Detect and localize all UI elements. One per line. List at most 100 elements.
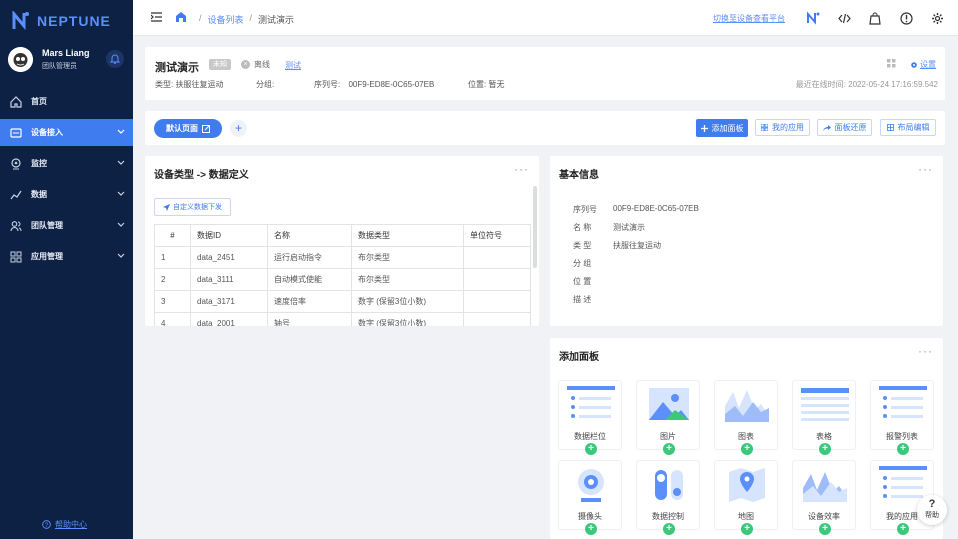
top-bar: / 设备列表 / 测试演示 切换至设备查看平台: [133, 0, 958, 36]
neptune-icon[interactable]: [805, 10, 821, 26]
grid-view-button[interactable]: [887, 59, 896, 70]
add-widget-button[interactable]: +: [897, 523, 909, 535]
layout-edit-label: 布局编辑: [897, 123, 930, 132]
info-row: 位 置: [573, 276, 613, 287]
more-options-icon[interactable]: ···: [514, 162, 529, 176]
widget-data-field[interactable]: 数据栏位 +: [558, 380, 622, 455]
table-row: 2 data_3111 自动模式使能 布尔类型: [154, 268, 531, 291]
more-options-icon[interactable]: ···: [918, 344, 933, 358]
online-status-label: 离线: [254, 60, 270, 69]
my-apps-button[interactable]: 我的应用: [755, 119, 810, 136]
info-label: 序列号: [573, 205, 597, 214]
table-cell: 4: [154, 312, 191, 326]
widget-chart[interactable]: 图表 +: [714, 380, 778, 455]
menu-toggle-button[interactable]: [150, 12, 162, 24]
location-label: 位置:: [468, 80, 487, 89]
sidebar-nav: 首页 设备接入 监控 数据 团队管理 应用管理: [0, 88, 133, 274]
widget-data-control[interactable]: 数据控制 +: [636, 460, 700, 535]
floating-help-label: 帮助: [925, 512, 939, 519]
add-widget-button[interactable]: +: [585, 523, 597, 535]
last-online-time: 最近在线时间: 2022-05-24 17:16:59.542: [795, 80, 938, 89]
user-panel: Mars Liang 团队管理员: [8, 45, 126, 75]
neptune-logo-icon: [12, 11, 29, 31]
widget-image[interactable]: 图片 +: [636, 380, 700, 455]
device-group: 分组:: [256, 79, 274, 90]
default-page-button[interactable]: 默认页面: [154, 119, 222, 138]
device-type: 类型: 扶服往复运动: [155, 79, 223, 90]
table-cell: [463, 290, 531, 313]
table-cell: 自动模式使能: [267, 268, 352, 291]
add-panel-card: 添加面板 ··· 数据栏位 + 图片 + 图表 + 表格 + 报警列表 + 摄像…: [550, 338, 943, 539]
table-row: 4 data_2001 轴号 数字 (保留3位小数): [154, 312, 531, 326]
add-widget-button[interactable]: +: [741, 523, 753, 535]
info-value: 00F9-ED8E-0C65-07EB: [613, 204, 699, 213]
widget-camera[interactable]: 摄像头 +: [558, 460, 622, 535]
test-link[interactable]: 测试: [285, 60, 301, 71]
sidebar-item-team[interactable]: 团队管理: [0, 212, 133, 239]
notification-button[interactable]: [106, 50, 124, 68]
add-widget-button[interactable]: +: [663, 523, 675, 535]
home-button[interactable]: [175, 11, 187, 25]
logo[interactable]: NEPTUNE: [12, 10, 111, 32]
alarm-list-icon: [879, 386, 927, 418]
restore-label: 面板还原: [834, 123, 867, 132]
sidebar: NEPTUNE Mars Liang 团队管理员 首页 设备接入 监控 数据 团…: [0, 0, 133, 539]
apps-icon: [10, 251, 22, 263]
gear-icon: [911, 61, 917, 68]
add-widget-button[interactable]: +: [819, 523, 831, 535]
column-header: #: [154, 224, 191, 247]
camera-icon: [578, 469, 604, 502]
column-header: 数据ID: [190, 224, 268, 247]
info-row: 分 组: [573, 258, 613, 269]
help-center-link[interactable]: ? 帮助中心: [42, 519, 87, 530]
gear-icon[interactable]: [929, 10, 945, 26]
status-tag: 未知: [209, 59, 231, 70]
layout-edit-button[interactable]: 布局编辑: [880, 119, 936, 136]
add-widget-button[interactable]: +: [819, 443, 831, 455]
brand-name: NEPTUNE: [37, 13, 111, 29]
widget-alarm-list[interactable]: 报警列表 +: [870, 380, 934, 455]
column-header: 名称: [267, 224, 352, 247]
add-widget-button[interactable]: +: [741, 443, 753, 455]
add-widget-button[interactable]: +: [585, 443, 597, 455]
data-field-icon: [567, 386, 615, 418]
sidebar-item-data[interactable]: 数据: [0, 181, 133, 208]
map-icon: [729, 468, 765, 502]
info-label: 位 置: [573, 277, 592, 286]
home-logo-icon: [176, 12, 186, 22]
switch-platform-link[interactable]: 切换至设备查看平台: [713, 13, 785, 24]
add-widget-button[interactable]: +: [663, 443, 675, 455]
table-cell: data_2001: [190, 312, 268, 326]
alert-icon[interactable]: [898, 10, 914, 26]
custom-data-send-button[interactable]: 自定义数据下发: [154, 198, 231, 216]
info-value: 扶服往复运动: [613, 241, 661, 250]
sidebar-item-device-access[interactable]: 设备接入: [0, 119, 133, 146]
add-page-button[interactable]: +: [230, 120, 247, 137]
image-icon: [649, 388, 689, 420]
add-panel-button[interactable]: 添加面板: [696, 119, 748, 137]
more-options-icon[interactable]: ···: [918, 162, 933, 176]
svg-text:?: ?: [45, 522, 49, 529]
floating-help-button[interactable]: ? 帮助: [917, 495, 947, 525]
table-cell: 轴号: [267, 312, 352, 326]
chevron-down-icon: [117, 253, 125, 258]
info-label: 描 述: [573, 295, 592, 304]
add-panel-label: 添加面板: [711, 123, 744, 133]
add-widget-button[interactable]: +: [897, 443, 909, 455]
widget-device-efficiency[interactable]: 设备效率 +: [792, 460, 856, 535]
team-icon: [10, 220, 22, 232]
breadcrumb-device-list[interactable]: 设备列表: [208, 13, 244, 26]
widget-table[interactable]: 表格 +: [792, 380, 856, 455]
sidebar-item-apps[interactable]: 应用管理: [0, 243, 133, 270]
sidebar-item-home[interactable]: 首页: [0, 88, 133, 115]
user-role: 团队管理员: [42, 63, 77, 70]
widget-map[interactable]: 地图 +: [714, 460, 778, 535]
bag-icon[interactable]: [867, 10, 883, 26]
help-circle-icon: ?: [42, 520, 51, 529]
avatar[interactable]: [8, 47, 33, 72]
scrollbar[interactable]: [533, 186, 537, 268]
settings-link[interactable]: 设置: [910, 59, 936, 70]
code-icon[interactable]: [836, 10, 852, 26]
sidebar-item-monitor[interactable]: 监控: [0, 150, 133, 177]
restore-panel-button[interactable]: 面板还原: [817, 119, 872, 136]
